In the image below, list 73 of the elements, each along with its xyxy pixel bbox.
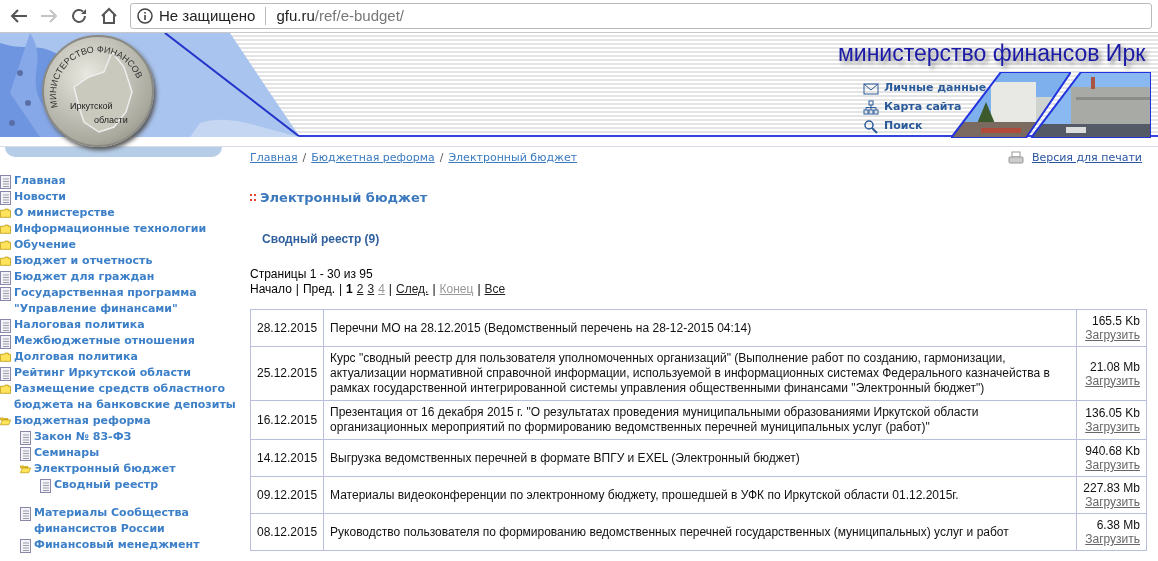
sidebar-item[interactable]: Финансовый менеджмент <box>34 537 242 553</box>
pager-separator: | <box>432 282 436 297</box>
sidebar-item[interactable]: О министерстве <box>14 205 242 221</box>
title-cell: Материалы видеоконференции по электронному бюджету, прошедшей в УФК по Иркутской области 01.12.2015г. <box>323 476 1077 514</box>
download-link[interactable]: Загрузить <box>1085 373 1140 388</box>
title-cell: Перечни МО на 28.12.2015 (Ведомственный перечень на 28-12-2015 04:14) <box>323 309 1077 347</box>
pages-summary: Страницы 1 - 30 из 95 <box>250 267 374 282</box>
date-cell: 16.12.2015 <box>250 400 324 440</box>
file-size: 940.68 Kb <box>1084 444 1140 458</box>
sidebar-item[interactable]: Бюджетная реформа <box>14 413 242 429</box>
page-link[interactable]: 3 <box>367 282 375 297</box>
sidebar-item[interactable]: Налоговая политика <box>14 317 242 333</box>
sidebar-item[interactable]: Материалы Сообщества финансистов России <box>34 505 242 537</box>
page-link[interactable]: След. <box>396 282 429 297</box>
sidebar-item[interactable]: Закон № 83-ФЗ <box>34 429 242 445</box>
page-link[interactable]: Все <box>484 282 506 297</box>
emblem-text: области <box>94 115 128 125</box>
security-label: Не защищено <box>159 5 256 26</box>
download-link[interactable]: Загрузить <box>1085 420 1140 434</box>
pager-separator: | <box>339 282 343 297</box>
pager-separator: | <box>295 282 299 297</box>
breadcrumb-separator: / <box>439 150 444 166</box>
header-link[interactable]: Карта сайта <box>884 99 962 116</box>
site-title: министерство финансов Ирк <box>838 39 1146 67</box>
file-size: 227.83 Mb <box>1083 481 1140 495</box>
url-text: gfu.ru/ref/e-budget/ <box>276 5 405 26</box>
download-link[interactable]: Загрузить <box>1085 495 1140 509</box>
title-cell: Курс "сводный реестр для пользователя уполномоченных организаций" (Выполнение работ по созданию, гармонизации, актуализации нормативной справочной информации, используемой в информационных системах Федерального казначейства в рамках государственной интегрированной системы управления общественными финансами "Электронный бюджет") <box>323 346 1077 401</box>
title-cell: Руководство пользователя по формированию ведомственных перечней государственных (муниципальных) услуг и работ <box>323 513 1077 551</box>
file-size: 165.5 Kb <box>1090 314 1140 328</box>
header-link[interactable]: Личные данные <box>884 80 987 97</box>
sidebar-item[interactable]: Электронный бюджет <box>34 461 242 477</box>
pager-separator: | <box>477 282 481 297</box>
current-page: 1 <box>346 282 353 297</box>
file-size: 6.38 Mb <box>1095 518 1140 532</box>
pager-separator: | <box>388 282 392 297</box>
file-size: 136.05 Kb <box>1084 406 1140 420</box>
sidebar-item[interactable]: Информационные технологии <box>14 221 242 237</box>
sidebar-item[interactable]: Сводный реестр <box>54 477 242 493</box>
pager-label: Пред. <box>302 282 335 297</box>
sidebar-item[interactable]: Размещение средств областного бюджета на банковские депозиты <box>14 381 242 413</box>
date-cell: 14.12.2015 <box>250 439 324 477</box>
sidebar-item[interactable]: Государственная программа "Управление финансами" <box>14 285 242 317</box>
title-cell: Выгрузка ведомственных перечней в формате ВПГУ и EXEL (Электронный бюджет) <box>323 439 1077 477</box>
page-link[interactable]: 2 <box>356 282 364 297</box>
section-link[interactable]: Сводный реестр (9) <box>262 230 1147 248</box>
sidebar-item[interactable]: Бюджет и отчетность <box>14 253 242 269</box>
sidebar-item[interactable]: Межбюджетные отношения <box>14 333 242 349</box>
breadcrumb-link[interactable]: Главная <box>250 150 298 167</box>
sidebar-item[interactable]: Главная <box>14 173 242 189</box>
file-size: 21.08 Mb <box>1088 359 1140 374</box>
sidebar-item[interactable]: Бюджет для граждан <box>14 269 242 285</box>
date-cell: 09.12.2015 <box>250 476 324 514</box>
sidebar-item[interactable]: Новости <box>14 189 242 205</box>
address-bar[interactable]: Не защищено gfu.ru/ref/e-budget/ <box>130 3 1152 29</box>
header-link[interactable]: Поиск <box>884 118 923 135</box>
title-cell: Презентация от 16 декабря 2015 г. "О результатах проведения муниципальными образованиями Иркутской области организационных мероприятий по формированию ведомственных перечней муниципальных услуг (работ)" <box>323 400 1077 440</box>
download-link[interactable]: Загрузить <box>1085 532 1140 546</box>
download-link[interactable]: Загрузить <box>1085 458 1140 472</box>
sidebar-item[interactable]: Долговая политика <box>14 349 242 365</box>
breadcrumb-link[interactable]: Электронный бюджет <box>448 150 578 167</box>
sidebar-item[interactable]: Обучение <box>14 237 242 253</box>
date-cell: 28.12.2015 <box>250 309 324 347</box>
sidebar-item[interactable]: Рейтинг Иркутской области <box>14 365 242 381</box>
sidebar-item[interactable]: Семинары <box>34 445 242 461</box>
breadcrumb-separator: / <box>302 150 307 166</box>
date-cell: 08.12.2015 <box>250 513 324 551</box>
page-title: Электронный бюджет <box>260 188 428 207</box>
breadcrumb-link[interactable]: Бюджетная реформа <box>311 150 435 167</box>
download-link[interactable]: Загрузить <box>1085 328 1140 342</box>
pager-label: Начало <box>250 282 292 297</box>
print-version-link[interactable]: Версия для печати <box>1031 150 1142 167</box>
date-cell: 25.12.2015 <box>250 346 324 401</box>
